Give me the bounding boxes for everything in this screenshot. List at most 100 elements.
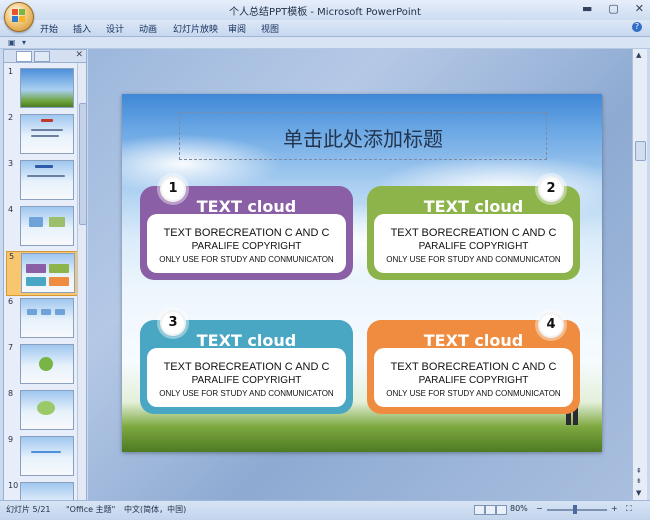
tab-animations[interactable]: 动画 (139, 22, 157, 35)
previous-slide-icon[interactable]: ⇞ (636, 467, 642, 475)
card-line-1: TEXT BORECREATION C AND C (390, 227, 557, 239)
slide[interactable]: 单击此处添加标题 TEXT cloud TEXT BORECREATION C … (122, 94, 602, 452)
zoom-slider-track[interactable] (547, 509, 607, 511)
card-line-3: ONLY USE FOR STUDY AND CONMUNICATON (159, 255, 334, 264)
help-icon[interactable]: ? (632, 22, 642, 32)
card-number-badge: 1 (160, 176, 186, 202)
scroll-thumb[interactable] (635, 141, 646, 161)
thumbnail-image (21, 253, 75, 293)
slideshow-view-icon[interactable] (496, 505, 507, 515)
thumbnail-image (20, 114, 74, 154)
tab-design[interactable]: 设计 (106, 22, 124, 35)
title-placeholder[interactable]: 单击此处添加标题 (179, 112, 547, 160)
tab-insert[interactable]: 插入 (73, 22, 91, 35)
card-body: TEXT BORECREATION C AND C PARALIFE COPYR… (147, 214, 346, 273)
slide-thumbnail[interactable]: 2 (6, 113, 76, 156)
card-line-2: PARALIFE COPYRIGHT (191, 241, 302, 252)
card-body: TEXT BORECREATION C AND C PARALIFE COPYR… (374, 348, 573, 407)
ribbon-tab-bar: 开始 插入 设计 动画 幻灯片放映 审阅 视图 ? (0, 20, 650, 37)
office-logo-icon (12, 9, 25, 22)
card-body: TEXT BORECREATION C AND C PARALIFE COPYR… (374, 214, 573, 273)
thumbnail-list: 1 2 3 4 5 6 7 8 9 10 (4, 63, 78, 500)
card-line-3: ONLY USE FOR STUDY AND CONMUNICATON (386, 389, 561, 398)
fit-to-window-icon[interactable]: ⛶ (626, 504, 632, 514)
slide-title: 单击此处添加标题 (283, 127, 443, 151)
customize-toolbar-icon[interactable]: ▾ (22, 38, 26, 47)
thumbnail-image (20, 436, 74, 476)
folder-icon[interactable]: ▣ (8, 38, 16, 47)
thumbnail-image (20, 482, 74, 500)
thumbnail-number: 3 (8, 159, 14, 168)
tab-slideshow[interactable]: 幻灯片放映 (173, 22, 218, 35)
slides-panel: ✕ 1 2 3 4 5 6 7 8 9 10 (3, 49, 87, 502)
zoom-in-icon[interactable]: + (611, 504, 618, 513)
window-controls: ▬ ▢ ✕ (582, 2, 644, 15)
card-line-2: PARALIFE COPYRIGHT (418, 375, 529, 386)
scroll-down-icon[interactable]: ▼ (636, 489, 641, 497)
slide-indicator: 幻灯片 5/21 (6, 505, 51, 514)
slide-thumbnail-selected[interactable]: 5 (6, 251, 78, 296)
slide-thumbnail[interactable]: 8 (6, 389, 76, 432)
slide-thumbnail[interactable]: 4 (6, 205, 76, 248)
normal-view-icon[interactable] (474, 505, 485, 515)
thumbnail-number: 6 (8, 297, 14, 306)
vertical-scrollbar[interactable]: ▲ ⇞ ⇟ ▼ (632, 49, 647, 500)
panel-close-icon[interactable]: ✕ (75, 50, 83, 60)
quick-access-toolbar: ▣ ▾ (0, 37, 650, 49)
outline-tab-icon[interactable] (34, 51, 50, 62)
card-line-3: ONLY USE FOR STUDY AND CONMUNICATON (159, 389, 334, 398)
thumbnail-number: 10 (8, 481, 19, 490)
window-title: 个人总结PPT模板 - Microsoft PowerPoint (229, 7, 421, 18)
slide-thumbnail[interactable]: 1 (6, 67, 76, 110)
card-line-1: TEXT BORECREATION C AND C (390, 361, 557, 373)
slides-panel-header: ✕ (4, 50, 86, 63)
slide-thumbnail[interactable]: 6 (6, 297, 76, 340)
thumbnail-number: 4 (8, 205, 14, 214)
tab-home[interactable]: 开始 (40, 22, 58, 35)
panel-scroll-thumb[interactable] (79, 103, 87, 225)
thumbnail-image (20, 68, 74, 108)
slide-sorter-icon[interactable] (485, 505, 496, 515)
title-bar: 个人总结PPT模板 - Microsoft PowerPoint ▬ ▢ ✕ (0, 0, 650, 21)
theme-name: "Office 主题" (66, 505, 116, 514)
card-number-badge: 4 (538, 312, 564, 338)
panel-scrollbar[interactable] (77, 63, 87, 500)
zoom-out-icon[interactable]: − (536, 504, 543, 513)
card-number-badge: 2 (538, 176, 564, 202)
maximize-icon[interactable]: ▢ (608, 2, 618, 15)
zoom-level[interactable]: 80% (510, 504, 528, 513)
card-line-1: TEXT BORECREATION C AND C (163, 227, 330, 239)
thumbnail-image (20, 206, 74, 246)
thumbnail-number: 8 (8, 389, 14, 398)
tab-review[interactable]: 审阅 (228, 22, 246, 35)
thumbnail-number: 1 (8, 67, 14, 76)
thumbnail-image (20, 298, 74, 338)
language-indicator[interactable]: 中文(简体，中国) (124, 504, 186, 515)
zoom-slider-thumb[interactable] (573, 505, 577, 514)
office-button[interactable] (4, 2, 34, 32)
thumbnail-image (20, 344, 74, 384)
card-line-2: PARALIFE COPYRIGHT (418, 241, 529, 252)
slide-thumbnail[interactable]: 10 (6, 481, 76, 500)
card-body: TEXT BORECREATION C AND C PARALIFE COPYR… (147, 348, 346, 407)
slides-tab-icon[interactable] (16, 51, 32, 62)
slide-thumbnail[interactable]: 7 (6, 343, 76, 386)
tab-view[interactable]: 视图 (261, 22, 279, 35)
next-slide-icon[interactable]: ⇟ (636, 477, 642, 485)
card-line-2: PARALIFE COPYRIGHT (191, 375, 302, 386)
thumbnail-image (20, 390, 74, 430)
thumbnail-number: 9 (8, 435, 14, 444)
slide-thumbnail[interactable]: 3 (6, 159, 76, 202)
slide-thumbnail[interactable]: 9 (6, 435, 76, 478)
card-line-1: TEXT BORECREATION C AND C (163, 361, 330, 373)
card-number-badge: 3 (160, 310, 186, 336)
thumbnail-number: 2 (8, 113, 14, 122)
thumbnail-number: 7 (8, 343, 14, 352)
close-icon[interactable]: ✕ (635, 2, 644, 15)
minimize-icon[interactable]: ▬ (582, 2, 592, 15)
thumbnail-number: 5 (9, 252, 15, 261)
status-bar: 幻灯片 5/21 "Office 主题" 中文(简体，中国) 80% − + ⛶ (0, 500, 650, 520)
thumbnail-image (20, 160, 74, 200)
card-line-3: ONLY USE FOR STUDY AND CONMUNICATON (386, 255, 561, 264)
scroll-up-icon[interactable]: ▲ (636, 51, 641, 59)
